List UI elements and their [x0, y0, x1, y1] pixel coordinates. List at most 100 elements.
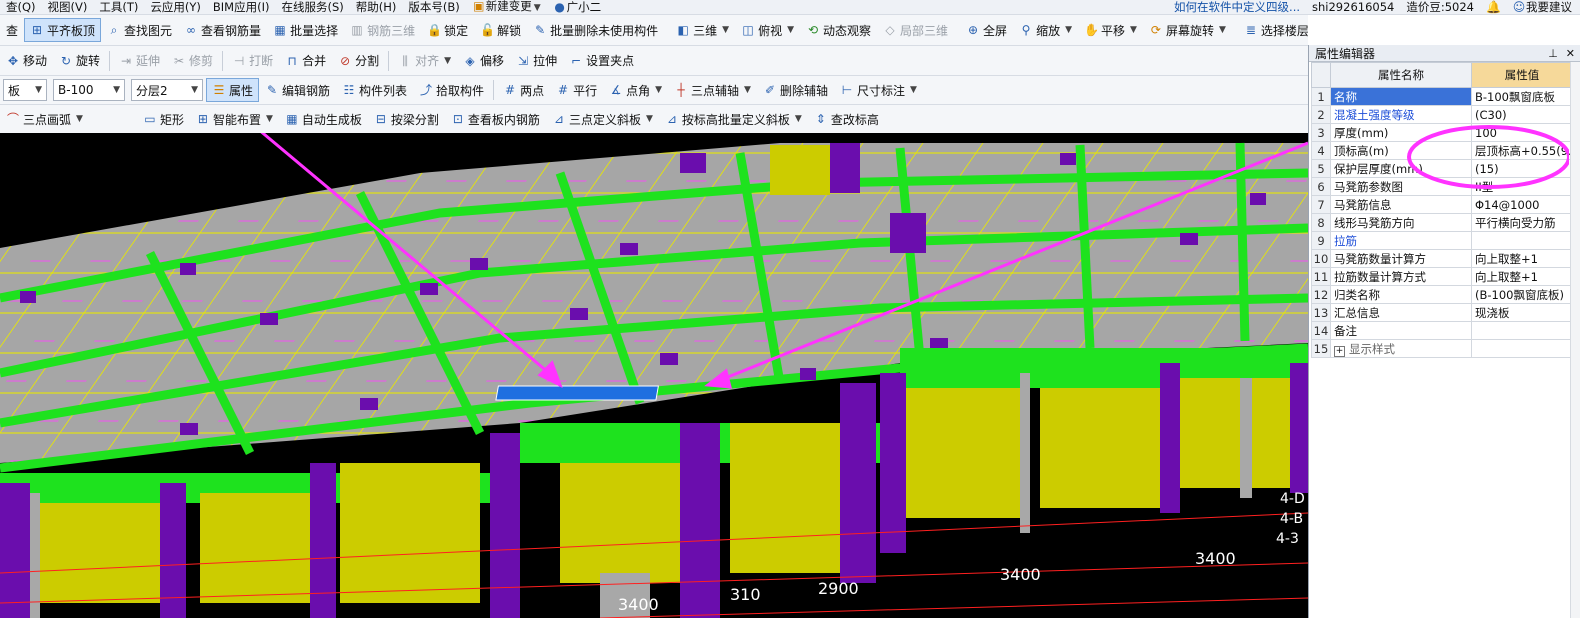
- property-value[interactable]: 100: [1471, 123, 1573, 142]
- 3d-view-button[interactable]: ◧ 三维 ▼: [670, 18, 735, 42]
- property-value[interactable]: [1471, 321, 1573, 340]
- property-value[interactable]: II型: [1471, 177, 1573, 196]
- batch-select-button[interactable]: ▦ 批量选择: [267, 18, 344, 42]
- set-grip-button[interactable]: ⌐ 设置夹点: [563, 49, 640, 73]
- property-row-thickness[interactable]: 3 厚度(mm) 100: [1311, 123, 1573, 142]
- break-button[interactable]: ⊣ 打断: [226, 49, 279, 73]
- parallel-button[interactable]: # 平行: [550, 78, 603, 102]
- dimension-button[interactable]: ⊢ 尺寸标注 ▼: [834, 78, 923, 102]
- close-icon[interactable]: ✕: [1566, 47, 1575, 60]
- property-row-category[interactable]: 12 归类名称 (B-100飘窗底板): [1311, 285, 1573, 304]
- three-point-slope-button[interactable]: ⊿ 三点定义斜板 ▼: [546, 107, 659, 131]
- lock-button[interactable]: 🔒 锁定: [421, 18, 474, 42]
- two-point-button[interactable]: # 两点: [497, 78, 550, 102]
- three-point-axis-button[interactable]: ┼ 三点辅轴 ▼: [668, 78, 757, 102]
- menu-view[interactable]: 视图(V): [42, 0, 94, 14]
- select-floor-button[interactable]: ≣ 选择楼层: [1238, 18, 1308, 42]
- screen-rotate-button[interactable]: ⟳ 屏幕旋转 ▼: [1143, 18, 1232, 42]
- layer-combo[interactable]: 分层2 ▼: [131, 79, 203, 101]
- property-value[interactable]: (B-100飘窗底板): [1471, 285, 1573, 304]
- batch-slope-button[interactable]: ⊿ 按标高批量定义斜板 ▼: [659, 107, 808, 131]
- assistant-button[interactable]: ● 广小二: [547, 0, 608, 14]
- component-name-combo[interactable]: B-100 ▼: [53, 79, 125, 101]
- property-value[interactable]: 向上取整+1: [1471, 267, 1573, 286]
- property-value[interactable]: 平行横向受力筋: [1471, 213, 1573, 232]
- menu-online[interactable]: 在线服务(S): [275, 0, 349, 14]
- property-value[interactable]: Φ14@1000: [1471, 195, 1573, 214]
- rebar-3d-button[interactable]: ▥ 钢筋三维: [344, 18, 421, 42]
- property-row-chair-diagram[interactable]: 6 马凳筋参数图 II型: [1311, 177, 1573, 196]
- property-value[interactable]: [1471, 231, 1573, 250]
- top-view-button[interactable]: ◫ 俯视 ▼: [735, 18, 800, 42]
- batch-delete-button[interactable]: ✎ 批量删除未使用构件: [527, 18, 664, 42]
- three-point-arc-button[interactable]: ⌒ 三点画弧 ▼: [0, 107, 89, 131]
- split-by-beam-button[interactable]: ⊟ 按梁分割: [368, 107, 445, 131]
- pin-icon[interactable]: ⊥: [1548, 47, 1558, 60]
- property-value[interactable]: [1471, 339, 1573, 358]
- 3d-viewport[interactable]: 3400 310 2900 3400 3400 4-D 4-B 4-3: [0, 133, 1308, 618]
- stretch-button[interactable]: ⇲ 拉伸: [510, 49, 563, 73]
- property-row-remark[interactable]: 14 备注: [1311, 321, 1573, 340]
- property-value[interactable]: 层顶标高+0.55(9.5: [1471, 141, 1573, 160]
- property-value[interactable]: 向上取整+1: [1471, 249, 1573, 268]
- property-row-chair-direction[interactable]: 8 线形马凳筋方向 平行横向受力筋: [1311, 213, 1573, 232]
- menu-query[interactable]: 查(Q): [0, 0, 42, 14]
- property-row-top-elevation[interactable]: 4 顶标高(m) 层顶标高+0.55(9.5: [1311, 141, 1573, 160]
- zoom-button[interactable]: ⚲ 缩放 ▼: [1013, 18, 1078, 42]
- menu-cloud[interactable]: 云应用(Y): [144, 0, 207, 14]
- property-value[interactable]: (15): [1471, 159, 1573, 178]
- property-row-chair-count[interactable]: 10 马凳筋数量计算方 向上取整+1: [1311, 249, 1573, 268]
- panel-scrollbar[interactable]: [1570, 62, 1580, 618]
- move-button[interactable]: ✥ 移动: [0, 49, 53, 73]
- property-row-display-style[interactable]: 15 + 显示样式: [1311, 339, 1573, 358]
- smart-layout-button[interactable]: ⊞ 智能布置 ▼: [190, 107, 279, 131]
- property-row-chair-info[interactable]: 7 马凳筋信息 Φ14@1000: [1311, 195, 1573, 214]
- align-button[interactable]: ⫼ 对齐 ▼: [392, 49, 457, 73]
- unlock-button[interactable]: 🔓 解锁: [474, 18, 527, 42]
- edge-button[interactable]: 查: [0, 18, 24, 42]
- point-angle-button[interactable]: ∡ 点角 ▼: [603, 78, 668, 102]
- pick-component-button[interactable]: ⤴ 拾取构件: [413, 78, 490, 102]
- trim-button[interactable]: ✂ 修剪: [166, 49, 219, 73]
- find-element-button[interactable]: ⌕ 查找图元: [101, 18, 178, 42]
- property-value[interactable]: 现浇板: [1471, 303, 1573, 322]
- new-change-button[interactable]: ▣新建变更 ▼: [466, 0, 547, 14]
- feedback-link[interactable]: ☺我要建议: [1512, 0, 1572, 14]
- component-list-button[interactable]: ☷ 构件列表: [336, 78, 413, 102]
- offset-button[interactable]: ◈ 偏移: [457, 49, 510, 73]
- menu-tools[interactable]: 工具(T): [93, 0, 144, 14]
- type-combo[interactable]: 板 ▼: [3, 79, 47, 101]
- selected-bay-window-slab[interactable]: [495, 385, 659, 401]
- menu-help[interactable]: 帮助(H): [350, 0, 403, 14]
- property-value[interactable]: B-100飘窗底板: [1471, 87, 1573, 106]
- bell-icon[interactable]: 🔔: [1486, 0, 1501, 14]
- menu-bim[interactable]: BIM应用(I): [207, 0, 276, 14]
- property-row-tie-bar[interactable]: 9 拉筋: [1311, 231, 1573, 250]
- delete-axis-button[interactable]: ✐ 删除辅轴: [757, 78, 834, 102]
- model-canvas[interactable]: [0, 133, 1308, 618]
- question-link[interactable]: 如何在软件中定义四级...: [1174, 0, 1300, 14]
- rotate-button[interactable]: ↻ 旋转: [53, 49, 106, 73]
- edit-elevation-button[interactable]: ⇕ 查改标高: [808, 107, 885, 131]
- rectangle-button[interactable]: ▭ 矩形: [137, 107, 190, 131]
- menu-version[interactable]: 版本号(B): [402, 0, 465, 14]
- align-slab-top-button[interactable]: ⊞ 平齐板顶: [24, 18, 102, 42]
- edit-rebar-button[interactable]: ✎ 编辑钢筋: [259, 78, 336, 102]
- property-row-summary[interactable]: 13 汇总信息 现浇板: [1311, 303, 1573, 322]
- local-3d-button[interactable]: ◇ 局部三维: [877, 18, 954, 42]
- extend-button[interactable]: ⇥ 延伸: [113, 49, 166, 73]
- fullscreen-button[interactable]: ⊕ 全屏: [960, 18, 1013, 42]
- expand-icon[interactable]: +: [1334, 345, 1345, 357]
- properties-button[interactable]: ☰ 属性: [206, 78, 260, 102]
- property-row-concrete-grade[interactable]: 2 混凝土强度等级 (C30): [1311, 105, 1573, 124]
- pan-button[interactable]: ✋ 平移 ▼: [1078, 18, 1143, 42]
- merge-button[interactable]: ⊓ 合并: [279, 49, 332, 73]
- property-value[interactable]: (C30): [1471, 105, 1573, 124]
- view-slab-rebar-button[interactable]: ⊡ 查看板内钢筋: [445, 107, 546, 131]
- view-rebar-button[interactable]: ∞ 查看钢筋量: [178, 18, 267, 42]
- property-row-cover[interactable]: 5 保护层厚度(mm) (15): [1311, 159, 1573, 178]
- dynamic-orbit-button[interactable]: ⟲ 动态观察: [800, 18, 877, 42]
- auto-slab-button[interactable]: ▦ 自动生成板: [279, 107, 368, 131]
- property-row-tie-count[interactable]: 11 拉筋数量计算方式 向上取整+1: [1311, 267, 1573, 286]
- property-row-name[interactable]: 1 名称 B-100飘窗底板: [1311, 87, 1573, 106]
